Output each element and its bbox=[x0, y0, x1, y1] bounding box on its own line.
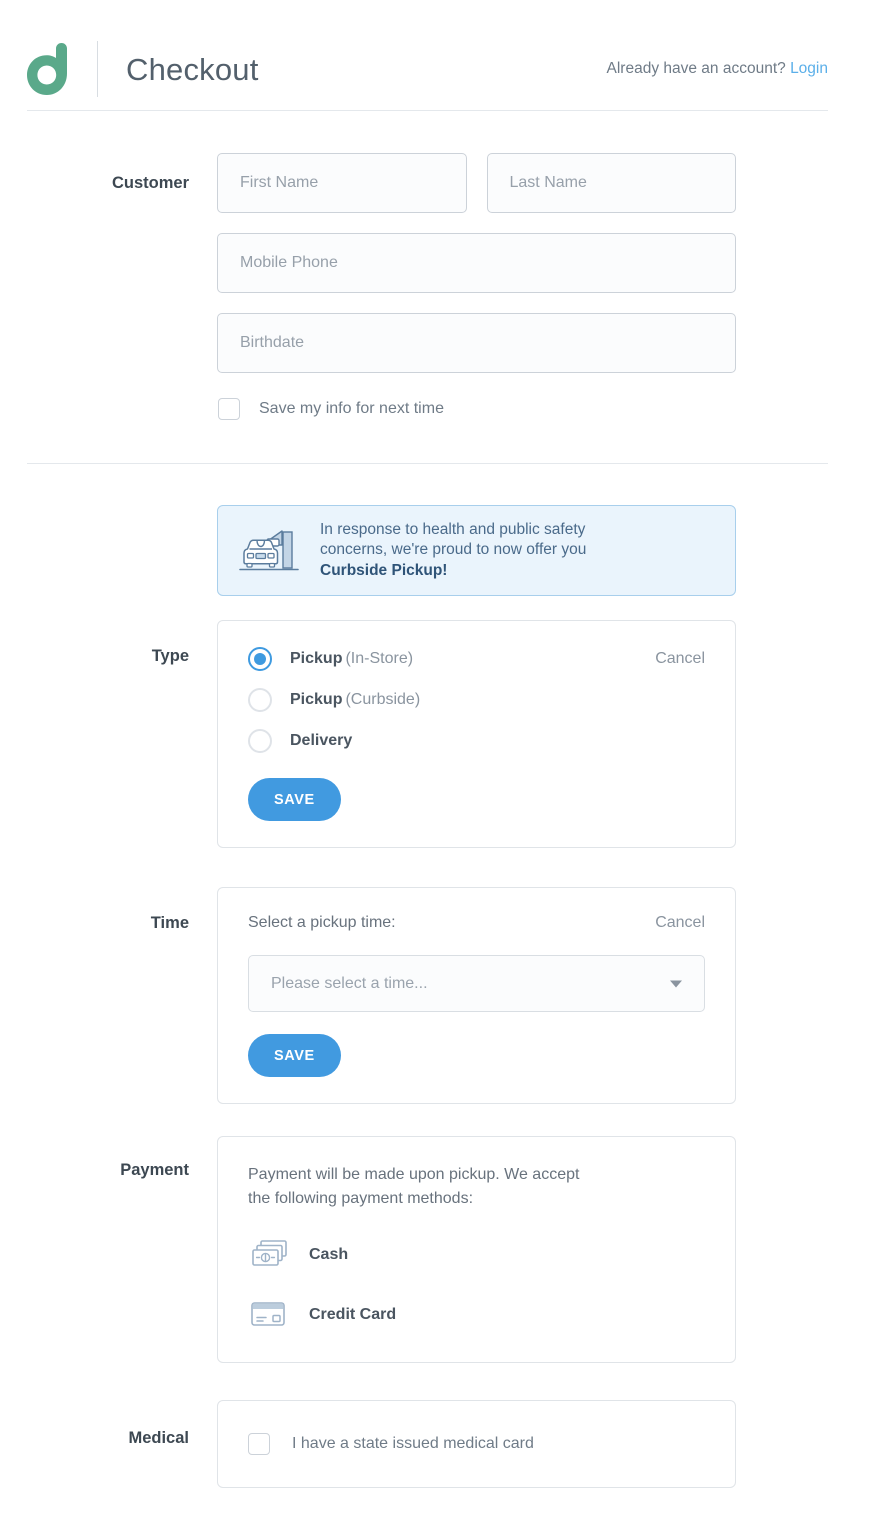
payment-method-credit-card: Credit Card bbox=[248, 1300, 705, 1330]
checkout-page: Checkout Already have an account? Login … bbox=[0, 0, 870, 1534]
save-info-checkbox[interactable] bbox=[218, 398, 240, 420]
payment-description: Payment will be made upon pickup. We acc… bbox=[248, 1163, 705, 1209]
time-cancel-link[interactable]: Cancel bbox=[655, 914, 705, 932]
type-option-pickup-instore[interactable]: Pickup (In-Store) bbox=[248, 647, 413, 672]
car-curbside-icon bbox=[238, 522, 300, 579]
pickup-time-select[interactable]: Please select a time... bbox=[248, 955, 705, 1013]
type-save-button[interactable]: SAVE bbox=[248, 778, 341, 822]
type-option-label-1: Pickup (Curbside) bbox=[290, 691, 420, 709]
payment-method-label-credit-card: Credit Card bbox=[309, 1305, 397, 1323]
medical-body: I have a state issued medical card bbox=[217, 1399, 736, 1488]
banner-emphasis: Curbside Pickup! bbox=[320, 561, 448, 579]
medical-card-label[interactable]: I have a state issued medical card bbox=[292, 1435, 534, 1453]
type-section-label: Type bbox=[151, 647, 189, 666]
banner-body: In response to health and public safety … bbox=[217, 505, 736, 597]
curbside-banner-section: In response to health and public safety … bbox=[0, 464, 870, 597]
type-option-pickup-curbside[interactable]: Pickup (Curbside) bbox=[248, 688, 705, 713]
type-section: Type Pickup (In-Store) Cancel Pickup (Cu… bbox=[0, 596, 870, 849]
customer-fields: First Name Last Name Mobile Phone Birthd… bbox=[217, 153, 736, 420]
time-body: Select a pickup time: Cancel Please sele… bbox=[217, 887, 736, 1105]
type-option-bold-0: Pickup bbox=[290, 650, 343, 668]
birthdate-input[interactable]: Birthdate bbox=[217, 313, 736, 373]
medical-section-label: Medical bbox=[128, 1428, 189, 1447]
credit-card-icon bbox=[250, 1300, 290, 1330]
banner-line-1: In response to health and public safety bbox=[320, 521, 586, 538]
chevron-down-icon bbox=[670, 980, 682, 988]
account-prompt-text: Already have an account? bbox=[606, 60, 786, 77]
save-info-row[interactable]: Save my info for next time bbox=[217, 398, 736, 420]
page-title: Checkout bbox=[126, 51, 259, 87]
type-option-bold-2: Delivery bbox=[290, 732, 353, 750]
payment-description-line-1: Payment will be made upon pickup. We acc… bbox=[248, 1166, 580, 1184]
pickup-time-select-value: Please select a time... bbox=[271, 974, 428, 992]
type-option-rest-1: (Curbside) bbox=[345, 691, 421, 709]
type-option-label-2: Delivery bbox=[290, 732, 355, 750]
type-option-label-0: Pickup (In-Store) bbox=[290, 650, 413, 668]
payment-section: Payment Payment will be made upon pickup… bbox=[0, 1104, 870, 1363]
name-field-row: First Name Last Name bbox=[217, 153, 736, 213]
medical-card-checkbox[interactable] bbox=[248, 1432, 270, 1455]
type-option-rest-0: (In-Store) bbox=[345, 650, 414, 668]
radio-pickup-instore[interactable] bbox=[248, 647, 272, 672]
customer-section: Customer First Name Last Name Mobile Pho… bbox=[0, 111, 870, 420]
payment-method-label-cash: Cash bbox=[309, 1245, 349, 1263]
page-header: Checkout Already have an account? Login bbox=[0, 0, 870, 110]
time-card-head: Select a pickup time: Cancel bbox=[248, 914, 705, 932]
time-section-label: Time bbox=[150, 914, 189, 933]
type-radio-group: Pickup (In-Store) Cancel Pickup (Curbside) bbox=[248, 647, 705, 754]
save-info-label[interactable]: Save my info for next time bbox=[259, 400, 444, 418]
radio-pickup-curbside[interactable] bbox=[248, 688, 272, 713]
time-card: Select a pickup time: Cancel Please sele… bbox=[217, 887, 736, 1105]
curbside-banner-text: In response to health and public safety … bbox=[320, 520, 586, 581]
payment-method-cash: Cash bbox=[248, 1238, 705, 1272]
last-name-input[interactable]: Last Name bbox=[486, 153, 736, 213]
payment-body: Payment will be made upon pickup. We acc… bbox=[217, 1136, 736, 1363]
account-prompt: Already have an account? Login bbox=[607, 60, 828, 78]
mobile-phone-input[interactable]: Mobile Phone bbox=[217, 233, 736, 293]
time-section: Time Select a pickup time: Cancel Please… bbox=[0, 848, 870, 1105]
type-card: Pickup (In-Store) Cancel Pickup (Curbside) bbox=[217, 620, 736, 849]
type-body: Pickup (In-Store) Cancel Pickup (Curbside) bbox=[217, 620, 736, 849]
type-option-delivery[interactable]: Delivery bbox=[248, 729, 705, 754]
type-cancel-link[interactable]: Cancel bbox=[655, 650, 705, 668]
login-link[interactable]: Login bbox=[790, 60, 828, 77]
medical-section: Medical I have a state issued medical ca… bbox=[0, 1363, 870, 1488]
type-option-bold-1: Pickup bbox=[290, 691, 343, 709]
brand-logo[interactable] bbox=[27, 41, 126, 97]
radio-delivery[interactable] bbox=[248, 729, 272, 754]
cash-icon bbox=[250, 1238, 290, 1272]
logo-d-icon bbox=[27, 43, 67, 95]
time-save-button[interactable]: SAVE bbox=[248, 1034, 341, 1078]
first-name-input[interactable]: First Name bbox=[217, 153, 467, 213]
banner-line-2: concerns, we're proud to now offer you bbox=[320, 541, 587, 559]
medical-card[interactable]: I have a state issued medical card bbox=[217, 1399, 736, 1488]
curbside-banner: In response to health and public safety … bbox=[217, 505, 736, 597]
payment-section-label: Payment bbox=[120, 1161, 189, 1180]
time-prompt: Select a pickup time: bbox=[248, 914, 396, 932]
customer-section-label: Customer bbox=[111, 174, 189, 192]
header-divider-vertical bbox=[97, 41, 98, 97]
payment-description-line-2: the following payment methods: bbox=[248, 1189, 474, 1207]
type-option-row-0: Pickup (In-Store) Cancel bbox=[248, 647, 705, 672]
payment-card: Payment will be made upon pickup. We acc… bbox=[217, 1136, 736, 1363]
